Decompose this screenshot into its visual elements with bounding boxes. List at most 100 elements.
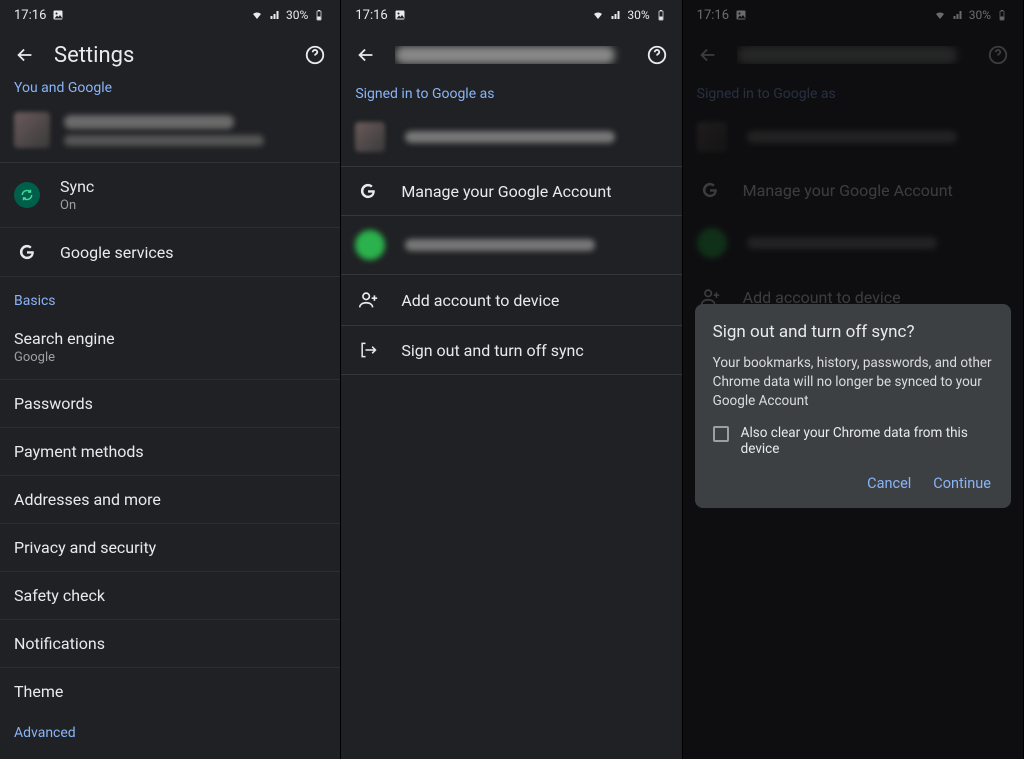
app-bar <box>683 30 1023 80</box>
help-icon[interactable] <box>987 44 1009 66</box>
app-bar: Settings <box>0 30 340 80</box>
section-advanced: Advanced <box>0 715 340 747</box>
section-you-and-google: You and Google <box>0 80 340 102</box>
row-manage-google-account[interactable]: Manage your Google Account <box>341 167 681 216</box>
screen-signout-dialog: 17:16 30% Signed in to Google as Manage … <box>683 0 1024 759</box>
status-battery: 30% <box>969 8 991 22</box>
other-account-redacted <box>405 239 595 251</box>
screen-accounts: 17:16 30% Signed in to Google as Manage … <box>341 0 682 759</box>
row-passwords[interactable]: Passwords <box>0 380 340 428</box>
wifi-icon <box>250 9 264 21</box>
row-search-engine[interactable]: Search engine Google <box>0 315 340 380</box>
row-sign-out[interactable]: Sign out and turn off sync <box>341 326 681 375</box>
status-time: 17:16 <box>697 8 729 23</box>
sign-out-icon <box>358 340 378 360</box>
status-battery: 30% <box>627 8 649 22</box>
continue-button[interactable]: Continue <box>933 475 991 492</box>
dialog-title: Sign out and turn off sync? <box>713 322 993 342</box>
row-other-account[interactable] <box>341 216 681 275</box>
page-title: Settings <box>54 43 286 68</box>
picture-icon <box>52 9 64 21</box>
account-email-redacted <box>405 131 615 143</box>
privacy-label: Privacy and security <box>14 538 156 557</box>
picture-icon <box>394 9 406 21</box>
google-g-icon <box>700 180 720 200</box>
dialog-checkbox-label: Also clear your Chrome data from this de… <box>741 425 993 457</box>
battery-icon <box>654 9 668 21</box>
row-sync[interactable]: Sync On <box>0 163 340 228</box>
manage-account-label: Manage your Google Account <box>401 182 611 201</box>
status-battery: 30% <box>286 8 308 22</box>
row-google-services[interactable]: Google services <box>0 228 340 277</box>
status-bar: 17:16 30% <box>341 0 681 30</box>
cancel-button[interactable]: Cancel <box>867 475 911 492</box>
battery-icon <box>995 9 1009 21</box>
avatar <box>697 122 727 152</box>
payment-label: Payment methods <box>14 442 144 461</box>
signal-icon <box>268 9 282 21</box>
search-engine-label: Search engine <box>14 329 115 348</box>
section-basics: Basics <box>0 277 340 315</box>
account-row[interactable] <box>0 102 340 162</box>
addresses-label: Addresses and more <box>14 490 161 509</box>
row-add-account[interactable]: Add account to device <box>341 275 681 326</box>
safety-label: Safety check <box>14 586 105 605</box>
wifi-icon <box>933 9 947 21</box>
screen-settings: 17:16 30% Settings You and Google Syn <box>0 0 341 759</box>
page-title-redacted <box>395 46 627 64</box>
help-icon[interactable] <box>304 44 326 66</box>
passwords-label: Passwords <box>14 394 93 413</box>
dialog-checkbox-row[interactable]: Also clear your Chrome data from this de… <box>713 425 993 457</box>
signal-icon <box>609 9 623 21</box>
row-addresses[interactable]: Addresses and more <box>0 476 340 524</box>
google-g-icon <box>17 242 37 262</box>
manage-account-label: Manage your Google Account <box>743 181 953 200</box>
other-account-redacted <box>747 237 937 249</box>
avatar <box>355 230 385 260</box>
signal-icon <box>951 9 965 21</box>
row-current-account[interactable] <box>341 108 681 167</box>
google-services-label: Google services <box>60 243 174 262</box>
account-email-redacted <box>64 135 264 146</box>
picture-icon <box>735 9 747 21</box>
help-icon[interactable] <box>646 44 668 66</box>
avatar <box>355 122 385 152</box>
signed-in-header: Signed in to Google as <box>683 80 1023 108</box>
person-add-icon <box>357 289 379 311</box>
avatar <box>14 112 50 148</box>
sign-out-label: Sign out and turn off sync <box>401 341 583 360</box>
add-account-label: Add account to device <box>401 291 559 310</box>
back-icon[interactable] <box>697 44 719 66</box>
app-bar <box>341 30 681 80</box>
notifications-label: Notifications <box>14 634 105 653</box>
search-engine-sub: Google <box>14 350 115 365</box>
account-name-redacted <box>64 115 234 129</box>
signed-in-header: Signed in to Google as <box>341 80 681 108</box>
wifi-icon <box>591 9 605 21</box>
sync-icon <box>14 182 40 208</box>
row-payment-methods[interactable]: Payment methods <box>0 428 340 476</box>
dialog-body: Your bookmarks, history, passwords, and … <box>713 354 993 411</box>
back-icon[interactable] <box>14 44 36 66</box>
page-title-redacted <box>737 46 969 64</box>
row-other-account <box>683 214 1023 272</box>
row-notifications[interactable]: Notifications <box>0 620 340 668</box>
battery-icon <box>312 9 326 21</box>
theme-label: Theme <box>14 682 63 701</box>
status-bar: 17:16 30% <box>683 0 1023 30</box>
sync-label: Sync <box>60 177 94 196</box>
status-time: 17:16 <box>355 8 387 23</box>
row-manage-google-account: Manage your Google Account <box>683 166 1023 214</box>
sign-out-dialog: Sign out and turn off sync? Your bookmar… <box>695 304 1011 508</box>
row-privacy[interactable]: Privacy and security <box>0 524 340 572</box>
row-current-account <box>683 108 1023 166</box>
checkbox-icon[interactable] <box>713 426 729 442</box>
avatar <box>697 228 727 258</box>
row-safety-check[interactable]: Safety check <box>0 572 340 620</box>
sync-sub: On <box>60 198 94 213</box>
status-time: 17:16 <box>14 8 46 23</box>
back-icon[interactable] <box>355 44 377 66</box>
google-g-icon <box>358 181 378 201</box>
status-bar: 17:16 30% <box>0 0 340 30</box>
row-theme[interactable]: Theme <box>0 668 340 715</box>
